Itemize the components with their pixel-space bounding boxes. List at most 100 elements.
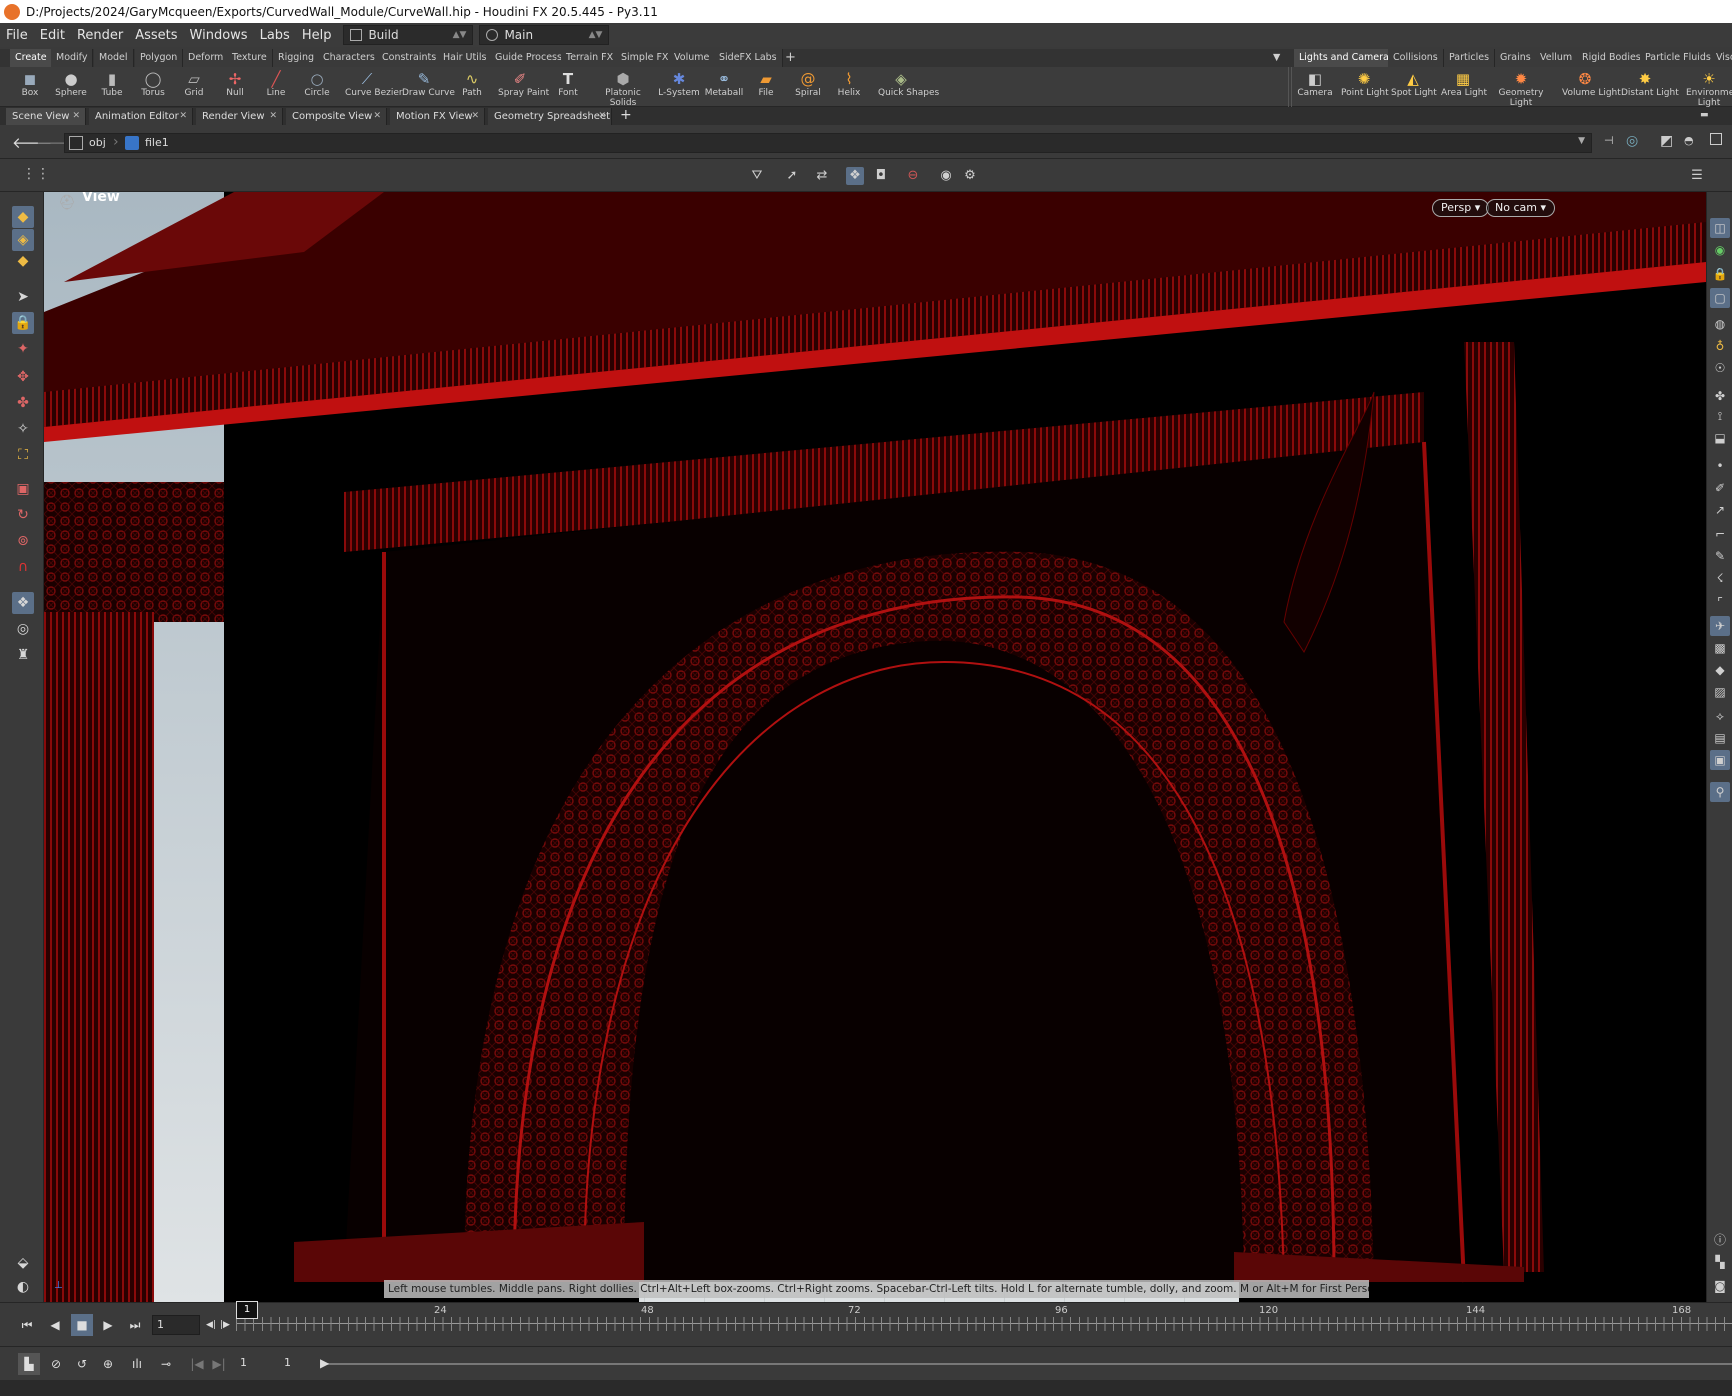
maximize-icon[interactable] [1710,133,1722,145]
pose-icon[interactable]: ✧ [12,418,34,440]
handles-icon[interactable]: ◆ [12,206,34,228]
pane-tab-geometry-spreadsheet[interactable]: Geometry Spreadsheet ✕ [488,108,612,125]
image-icon[interactable]: ▨ [1710,682,1730,702]
tool-spiral[interactable]: @ Spiral [786,67,830,107]
color-settings-icon[interactable]: ▚ [1710,1252,1730,1272]
pane-tab-render-view[interactable]: Render View ✕ [196,108,283,125]
stamp-icon[interactable]: ⬙ [12,1252,34,1274]
edit-icon[interactable]: ◈ [12,229,34,251]
range-slider-handle-icon[interactable]: ▶ [320,1356,329,1370]
shelf-tab-polygon[interactable]: Polygon [135,49,184,67]
snap-tool-icon[interactable]: ❖ [846,167,864,185]
display-options-icon[interactable]: ◫ [1710,218,1730,238]
no-entry-icon[interactable]: ⊖ [904,167,922,185]
next-key-icon[interactable]: ▶| [208,1353,230,1375]
shelf-tab-rigid-bodies[interactable]: Rigid Bodies [1577,49,1647,67]
template-icon[interactable]: ⬓ [1710,428,1730,448]
shelf-tab-simple-fx[interactable]: Simple FX [616,49,675,67]
tool-spray-paint[interactable]: ✐ Spray Paint [498,67,549,107]
pane-menu-icon[interactable]: ▬ [1700,110,1709,120]
snap-grid-icon[interactable]: ▣ [12,478,34,500]
close-icon[interactable]: ✕ [471,108,479,125]
shelf-tab-sidefx-labs[interactable]: SideFX Labs [714,49,783,67]
geometry-icon[interactable]: ◆ [1710,660,1730,680]
tool-sphere[interactable]: ● Sphere [49,67,93,107]
path-root[interactable]: obj [89,136,106,149]
shelf-tab-create[interactable]: Create [10,49,53,67]
primitive-display-icon[interactable]: ✎ [1710,546,1730,566]
picture-icon[interactable]: ▣ [1710,750,1730,770]
lighting-icon[interactable]: ◎ [12,618,34,640]
shelf-tab-collisions[interactable]: Collisions [1388,49,1444,67]
tool-null[interactable]: ✢ Null [213,67,257,107]
shelf-tab-terrain-fx[interactable]: Terrain FX [561,49,620,67]
realtime-toggle-icon[interactable]: ⊘ [45,1353,67,1375]
shelf-tab-rigging[interactable]: Rigging [273,49,320,67]
audio-icon[interactable]: ılı [126,1353,148,1375]
shelf-tab-constraints[interactable]: Constraints [377,49,443,67]
current-frame-marker[interactable]: 1 [236,1301,258,1319]
tool-path[interactable]: ∿ Path [450,67,494,107]
point-display-icon[interactable]: • [1710,456,1730,476]
sliders-icon[interactable]: ☰ [1688,167,1706,185]
stop-icon[interactable]: ■ [71,1314,93,1336]
tool-curve-bezier[interactable]: ⟋ Curve Bezier [345,67,403,107]
render-flipbook-icon[interactable]: ◙ [1710,1276,1730,1296]
key-dropdown-icon[interactable]: ⊸ [155,1353,177,1375]
persp-menu[interactable]: Persp ▾ [1432,199,1490,217]
tool-box[interactable]: ◼ Box [8,67,52,107]
global-animation-options-icon[interactable]: ▙ [18,1353,40,1375]
context-selector[interactable]: Main ▲▼ [479,25,610,45]
tool-metaball[interactable]: ⚭ Metaball [702,67,746,107]
tool-distant-light[interactable]: ✸ Distant Light [1621,67,1679,107]
view-handle-icon[interactable]: ⛶ [12,444,34,466]
brush-icon[interactable]: ◆ [12,250,34,272]
visibility-icon[interactable]: ◉ [1710,240,1730,260]
transform-icon[interactable]: ✦ [12,338,34,360]
shelf-splitter[interactable] [1288,67,1292,107]
pin-icon[interactable]: ⊣ [1604,134,1614,147]
shelf-tab-vellum[interactable]: Vellum [1535,49,1579,67]
shelf-tab-characters[interactable]: Characters [318,49,381,67]
select-tool-icon[interactable]: ➚ [783,167,801,185]
background-icon[interactable]: ✈ [1710,616,1730,636]
pane-tab-scene-view[interactable]: Scene View ✕ [6,108,86,125]
snapshot-icon[interactable]: ◓ [1684,134,1694,147]
path-node[interactable]: file1 [145,136,169,149]
menu-edit[interactable]: Edit [34,28,71,43]
step-forward-icon[interactable]: |▶ [214,1314,236,1336]
tool-helix[interactable]: ⌇ Helix [827,67,871,107]
snap-point-icon[interactable]: ⊚ [12,530,34,552]
tumble-tool-icon[interactable]: ⛛ [748,167,766,185]
tool-spot-light[interactable]: ◭ Spot Light [1391,67,1437,107]
menu-render[interactable]: Render [71,28,129,43]
shelf-tab-volume[interactable]: Volume [669,49,716,67]
path-field[interactable]: obj › file1 ▼ [64,133,1592,153]
shading-icon[interactable]: ☉ [1710,358,1730,378]
camera-menu[interactable]: No cam ▾ [1486,199,1555,217]
lock-camera-icon[interactable]: 🔒 [1710,264,1730,284]
shelf-tab-particle-fluids[interactable]: Particle Fluids [1640,49,1717,67]
shelf-menu-icon[interactable]: ▼ [1268,49,1285,67]
tool-area-light[interactable]: ▦ Area Light [1441,67,1487,107]
shelf-tab-model[interactable]: Model [94,49,134,67]
close-icon[interactable]: ✕ [598,108,606,125]
menu-windows[interactable]: Windows [184,28,254,43]
tool-font[interactable]: T Font [546,67,590,107]
pane-tab-motion-fx-view[interactable]: Motion FX View ✕ [390,108,485,125]
location-pin-icon[interactable]: ⚲ [1710,782,1730,802]
range-end-field[interactable]: 1 [280,1354,320,1374]
tool-torus[interactable]: ◯ Torus [131,67,175,107]
tool-line[interactable]: ╱ Line [254,67,298,107]
add-shelf-icon[interactable]: + [780,49,801,67]
chevron-down-icon[interactable]: ▼ [1578,136,1585,146]
grid-menu-icon[interactable]: ⋮⋮ [22,166,50,182]
ghost-icon[interactable]: ◍ [1710,314,1730,334]
display-options-icon[interactable]: ◩ [1660,133,1673,149]
shelf-tab-particles[interactable]: Particles [1444,49,1496,67]
add-tab-icon[interactable]: + [620,107,632,123]
tool-volume-light[interactable]: ❂ Volume Light [1562,67,1621,107]
tool-quick-shapes[interactable]: ◈ Quick Shapes [878,67,939,107]
range-slider-track[interactable] [326,1363,1732,1365]
close-icon[interactable]: ✕ [179,108,187,125]
